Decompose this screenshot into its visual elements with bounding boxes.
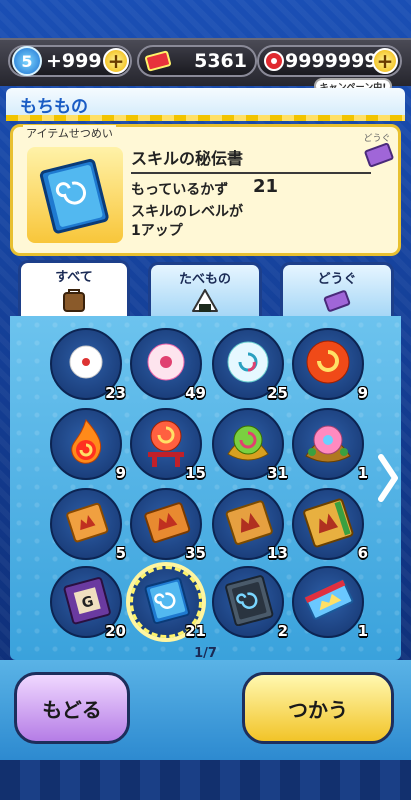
item-detail-panel: アイテムせつめい スキルの秘伝書 もっているかず 21 スキルのレベルが 1アッ… — [10, 124, 401, 256]
chevron-right-icon — [378, 454, 398, 502]
fire-orb-icon — [71, 418, 102, 464]
item-slot[interactable]: 5 — [50, 488, 126, 562]
jeweled-orb-icon — [305, 425, 351, 463]
coin-icon — [264, 51, 284, 71]
item-count: 21 — [185, 622, 206, 640]
back-button[interactable]: もどる — [14, 672, 130, 744]
detail-section-label: アイテムせつめい — [23, 125, 116, 141]
item-description: スキルのレベルが 1アップ — [131, 204, 243, 239]
item-count: 23 — [105, 384, 126, 402]
header-stripe — [6, 115, 405, 121]
page-indicator: 1/7 — [194, 646, 217, 661]
screen-header: もちもの — [6, 88, 405, 118]
use-button[interactable]: つかう — [242, 672, 394, 744]
item-count: 25 — [267, 384, 288, 402]
item-slot[interactable]: 49 — [130, 328, 206, 402]
item-slot[interactable]: 9 — [50, 408, 126, 482]
ticket-icon — [364, 143, 394, 168]
item-slot[interactable]: 6 — [292, 488, 368, 562]
item-slot[interactable]: 31 — [212, 408, 288, 482]
gold-orb-icon — [227, 425, 269, 461]
next-page-arrow[interactable] — [375, 448, 401, 508]
shrine-orb-icon — [148, 420, 184, 467]
item-slot[interactable]: 21 — [130, 566, 206, 640]
book-purple-icon: G — [63, 577, 111, 625]
item-slot[interactable]: 13 — [212, 488, 288, 562]
life-badge: 5 — [12, 46, 42, 76]
item-count: 1 — [357, 622, 368, 640]
points-counter: 5361 — [137, 45, 257, 77]
page-title: もちもの — [20, 97, 88, 117]
item-count: 2 — [277, 622, 288, 640]
item-slot[interactable]: 35 — [130, 488, 206, 562]
tab-label: どうぐ — [317, 272, 357, 287]
item-slot[interactable]: 15 — [130, 408, 206, 482]
item-slot[interactable]: G 20 — [50, 566, 126, 640]
owned-count: 21 — [253, 176, 279, 197]
add-life-button[interactable]: + — [103, 48, 129, 74]
book-red-icon — [66, 502, 109, 543]
item-count: 9 — [357, 384, 368, 402]
money-value: 9999999 — [285, 50, 378, 72]
item-count: 9 — [115, 464, 126, 482]
item-slot[interactable]: 1 — [292, 408, 368, 482]
item-thumbnail — [27, 147, 123, 243]
item-count: 6 — [357, 544, 368, 562]
small-orb-icon — [69, 345, 103, 379]
owned-count-label: もっているかず — [131, 182, 229, 198]
life-counter: 5 +999 + — [8, 45, 132, 77]
book-dark-icon — [225, 575, 274, 626]
item-slot[interactable]: 25 — [212, 328, 288, 402]
item-slot[interactable]: 9 — [292, 328, 368, 402]
money-counter: 9999999 + — [257, 45, 402, 77]
item-slot[interactable]: 23 — [50, 328, 126, 402]
item-count: 13 — [267, 544, 288, 562]
item-slot[interactable]: 1 — [292, 566, 368, 640]
tab-all[interactable]: すべて — [18, 260, 130, 318]
red-orb-icon — [306, 340, 350, 384]
book-blue-icon — [144, 577, 190, 625]
tab-label: たべもの — [178, 272, 231, 287]
add-money-button[interactable]: + — [372, 48, 398, 74]
tab-tools[interactable]: どうぐ — [280, 262, 394, 318]
category-badge: どうぐ — [359, 134, 395, 168]
ticket-icon — [145, 50, 171, 72]
item-name: スキルの秘伝書 — [131, 145, 371, 174]
pink-orb-icon — [147, 343, 185, 381]
item-count: 20 — [105, 622, 126, 640]
book-deluxe-icon — [303, 498, 354, 548]
item-count: 15 — [185, 464, 206, 482]
book-gold-icon — [225, 500, 273, 545]
swirl-orb-icon — [227, 341, 269, 383]
ticket-icon — [323, 290, 351, 312]
tab-food[interactable]: たべもの — [148, 262, 262, 318]
item-count: 5 — [115, 544, 126, 562]
item-count: 31 — [267, 464, 288, 482]
book-orange-icon — [144, 502, 191, 543]
footer-strip — [0, 760, 411, 800]
book-blue-icon — [39, 158, 109, 234]
tab-label: すべて — [55, 270, 93, 285]
item-slot[interactable]: 2 — [212, 566, 288, 640]
life-count: +999 — [46, 50, 102, 72]
onigiri-icon — [192, 289, 218, 312]
item-count: 35 — [185, 544, 206, 562]
scroll-icon — [304, 579, 354, 620]
points-value: 5361 — [194, 50, 247, 72]
item-count: 49 — [185, 384, 206, 402]
item-count: 1 — [357, 464, 368, 482]
bag-icon — [63, 289, 85, 312]
